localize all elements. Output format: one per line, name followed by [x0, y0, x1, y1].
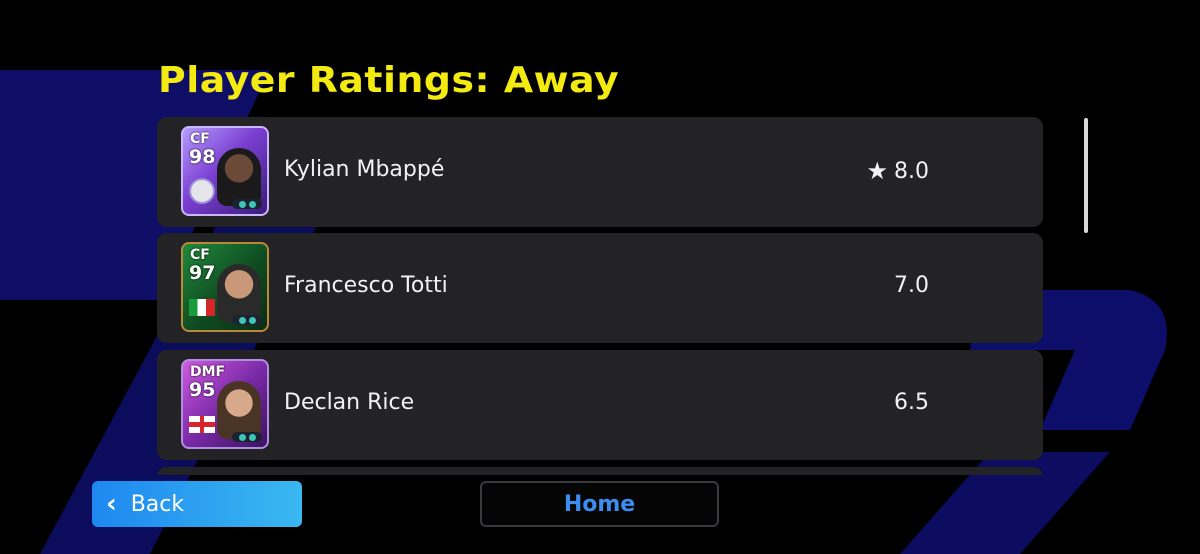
player-row-partial[interactable]: [157, 467, 1043, 475]
skill-indicators-icon: [232, 199, 262, 209]
player-overall: 95: [189, 379, 216, 401]
player-name: Francesco Totti: [284, 273, 448, 298]
chevron-left-icon: ‹: [106, 489, 117, 519]
rating-value: 6.5: [894, 390, 929, 415]
italy-flag-icon: [189, 299, 215, 316]
player-row-3[interactable]: DMF 95 Declan Rice 6.5: [157, 350, 1043, 460]
player-card[interactable]: CF 98: [181, 126, 269, 216]
england-flag-icon: [189, 416, 215, 433]
player-rating: 7.0: [894, 273, 929, 298]
player-row-1[interactable]: CF 98 Kylian Mbappé ★ 8.0: [157, 117, 1043, 227]
player-card[interactable]: DMF 95: [181, 359, 269, 449]
skill-indicators-icon: [232, 432, 262, 442]
player-row-2[interactable]: CF 97 Francesco Totti 7.0: [157, 233, 1043, 343]
page-title: Player Ratings: Away: [158, 60, 620, 101]
rating-value: 8.0: [894, 158, 929, 184]
rating-value: 7.0: [894, 273, 929, 298]
player-position: DMF: [190, 364, 226, 380]
home-button-label: Home: [563, 491, 636, 517]
player-overall: 97: [189, 262, 216, 284]
player-position: CF: [190, 247, 210, 263]
player-rating: 6.5: [894, 390, 929, 415]
player-name: Declan Rice: [284, 390, 415, 415]
home-button[interactable]: Home: [480, 481, 719, 527]
player-ratings-list[interactable]: CF 98 Kylian Mbappé ★ 8.0 CF 97 Francesc…: [157, 117, 1044, 475]
player-overall: 98: [189, 146, 216, 168]
player-rating: ★ 8.0: [866, 157, 929, 185]
player-name: Kylian Mbappé: [284, 157, 445, 182]
back-button-label: Back: [130, 491, 185, 517]
club-crest-icon: [189, 178, 215, 204]
star-icon: ★: [866, 157, 888, 185]
player-portrait: [217, 381, 261, 439]
player-portrait: [217, 148, 261, 206]
player-position: CF: [190, 131, 210, 147]
player-portrait: [217, 264, 261, 322]
player-card[interactable]: CF 97: [181, 242, 269, 332]
skill-indicators-icon: [232, 315, 262, 325]
list-scrollbar[interactable]: [1084, 118, 1088, 233]
back-button[interactable]: ‹ Back: [92, 481, 302, 527]
